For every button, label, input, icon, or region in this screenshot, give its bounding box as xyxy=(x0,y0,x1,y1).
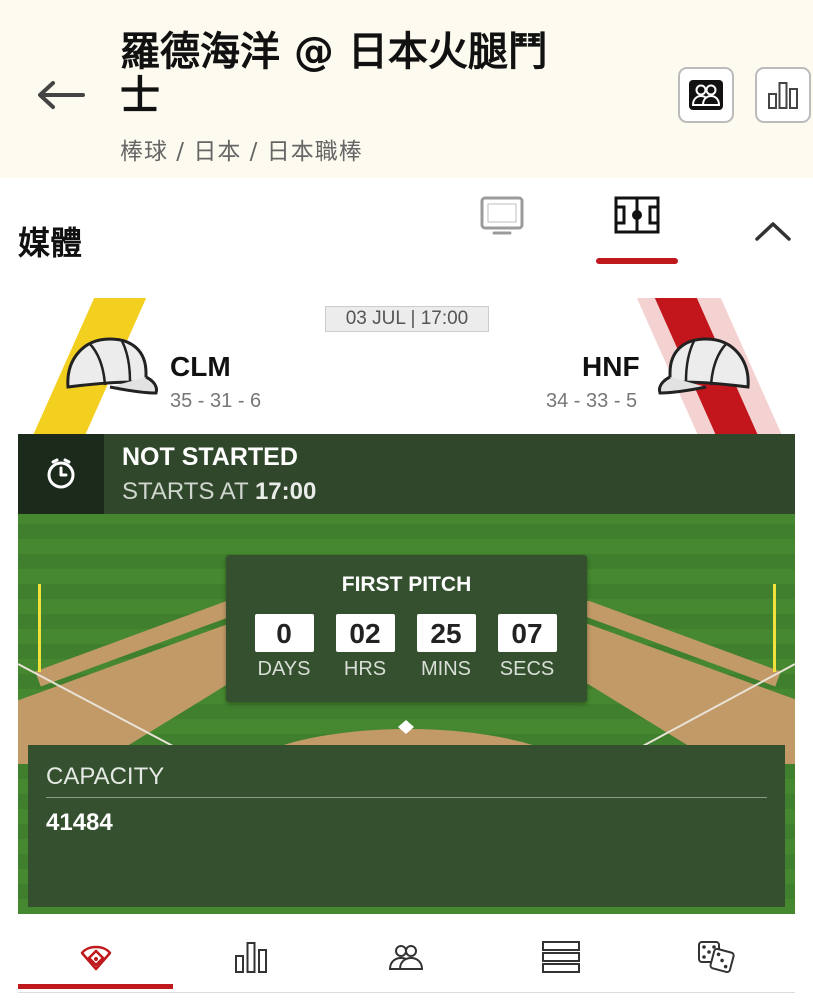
match-status-bar: NOT STARTED STARTS AT 17:00 xyxy=(18,434,795,514)
field-icon xyxy=(614,196,660,234)
tab-field[interactable] xyxy=(597,196,677,286)
countdown-seconds-label: SECS xyxy=(499,658,555,680)
home-team-abbr: CLM xyxy=(170,351,231,382)
countdown-minutes-label: MINS xyxy=(421,658,471,680)
bar-chart-icon xyxy=(768,82,798,109)
nav-standings[interactable] xyxy=(483,914,638,1000)
away-team-record: 34 - 33 - 5 xyxy=(546,390,638,412)
nav-active-indicator xyxy=(18,984,173,989)
stopwatch-icon xyxy=(47,458,75,489)
tab-tv[interactable] xyxy=(462,196,542,286)
back-arrow-icon xyxy=(38,81,85,109)
list-table-icon xyxy=(541,941,580,973)
countdown-seconds-value: 07 xyxy=(497,614,557,652)
countdown-days-label: DAYS xyxy=(257,658,311,680)
lineups-button[interactable] xyxy=(678,67,734,123)
chevron-up-icon xyxy=(754,221,791,241)
bottom-nav xyxy=(18,914,795,1000)
media-bar: 媒體 xyxy=(0,178,813,288)
lineup-icon xyxy=(689,80,723,110)
countdown-minutes-value: 25 xyxy=(416,614,476,652)
collapse-button[interactable] xyxy=(745,208,800,253)
page-title: 羅德海洋 @ 日本火腿鬥士 xyxy=(120,29,548,119)
nav-divider xyxy=(18,992,795,993)
away-team-abbr: HNF xyxy=(582,351,640,382)
start-time: 17:00 xyxy=(254,478,317,505)
nav-odds[interactable] xyxy=(638,914,793,1000)
bar-chart-icon xyxy=(234,942,267,973)
home-team-record: 35 - 31 - 6 xyxy=(170,390,262,412)
status-icon-box xyxy=(18,434,104,514)
countdown-hours-value: 02 xyxy=(335,614,395,652)
back-button[interactable] xyxy=(30,70,90,120)
countdown-hours-label: HRS xyxy=(343,658,387,680)
countdown-title: FIRST PITCH xyxy=(341,573,472,596)
home-team-cap-icon xyxy=(60,331,160,404)
start-time-text: STARTS AT 17:00 xyxy=(122,478,316,506)
starts-at-label: STARTS AT xyxy=(122,478,249,505)
countdown-days: 0 DAYS xyxy=(249,614,319,681)
countdown-days-value: 0 xyxy=(254,614,314,652)
media-label: 媒體 xyxy=(18,224,83,262)
tv-icon xyxy=(480,196,524,235)
breadcrumb: 棒球 / 日本 / 日本職棒 xyxy=(120,139,363,165)
venue-capacity-panel: CAPACITY 41484 xyxy=(28,745,785,907)
nav-field[interactable] xyxy=(18,914,173,1000)
away-team-cap-icon xyxy=(656,331,756,404)
countdown-panel: FIRST PITCH 0 DAYS 02 HRS 25 MINS 07 SEC… xyxy=(226,555,587,702)
capacity-label: CAPACITY xyxy=(46,763,165,790)
ballpark-field: NOT STARTED STARTS AT 17:00 FIRST PITCH … xyxy=(18,434,795,914)
dice-icon xyxy=(697,941,735,974)
countdown-hours: 02 HRS xyxy=(330,614,400,681)
stats-button[interactable] xyxy=(755,67,811,123)
countdown-minutes: 25 MINS xyxy=(411,614,481,681)
nav-stats[interactable] xyxy=(173,914,328,1000)
match-header: 羅德海洋 @ 日本火腿鬥士 棒球 / 日本 / 日本職棒 xyxy=(0,0,813,178)
capacity-divider xyxy=(46,797,767,798)
match-date: 03 JUL | 17:00 xyxy=(325,306,489,332)
lineup-icon xyxy=(388,945,423,970)
active-tab-indicator xyxy=(596,258,678,264)
teams-header: 03 JUL | 17:00 CLM 35 - 31 - 6 HNF 34 - … xyxy=(18,298,795,436)
capacity-value: 41484 xyxy=(46,809,113,836)
countdown-seconds: 07 SECS xyxy=(492,614,562,681)
baseball-diamond-icon xyxy=(80,945,111,971)
status-title: NOT STARTED xyxy=(122,443,298,471)
nav-lineups[interactable] xyxy=(328,914,483,1000)
